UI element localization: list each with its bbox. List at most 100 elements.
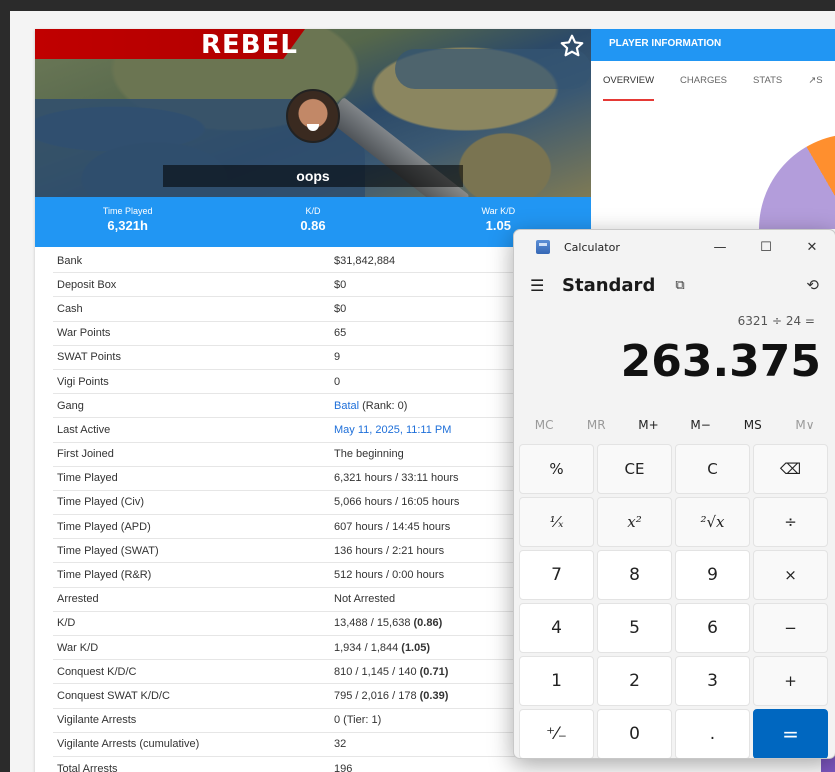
result-display: 263.375 [620, 336, 821, 387]
digit-5-button[interactable]: 5 [597, 603, 672, 653]
row-key: Vigilante Arrests [57, 714, 137, 727]
stat-value: 6,321h [107, 218, 148, 233]
table-row: Time Played (APD) 607 hours / 14:45 hours [53, 515, 533, 540]
row-key: War K/D [57, 641, 99, 654]
digit-1-button[interactable]: 1 [519, 656, 594, 706]
clear-button[interactable]: C [675, 444, 750, 494]
digit-4-button[interactable]: 4 [519, 603, 594, 653]
row-key: Time Played (SWAT) [57, 544, 159, 557]
tab-external[interactable]: ↗S [808, 61, 835, 101]
clear-entry-button[interactable]: CE [597, 444, 672, 494]
keep-on-top-icon[interactable]: ⧉ [675, 278, 684, 293]
stat-value: 0.86 [300, 218, 326, 233]
reciprocal-label: ¹⁄ₓ [549, 513, 564, 531]
table-row: Arrested Not Arrested [53, 588, 533, 612]
digit-8-button[interactable]: 8 [597, 550, 672, 600]
memory-list-button[interactable]: M∨ [779, 410, 831, 440]
reciprocal-button[interactable]: ¹⁄ₓ [519, 497, 594, 547]
window-controls: — ☐ ✕ [697, 240, 835, 255]
row-value: $31,842,884 [334, 254, 396, 267]
row-key: Total Arrests [57, 762, 118, 772]
calculator-window: Calculator — ☐ ✕ ☰ Standard ⧉ ⟲ 6321 ÷ 2… [513, 229, 835, 759]
digit-2-button[interactable]: 2 [597, 656, 672, 706]
percent-button[interactable]: % [519, 444, 594, 494]
last-active-link[interactable]: May 11, 2025, 11:11 PM [334, 424, 533, 436]
table-row: K/D 13,488 / 15,638 (0.86) [53, 612, 533, 636]
m-minus-button[interactable]: M− [675, 410, 727, 440]
tab-charges[interactable]: CHARGES [680, 61, 741, 101]
window-title: Calculator [564, 240, 620, 254]
mc-button[interactable]: MC [518, 410, 570, 440]
row-key: Last Active [57, 423, 111, 436]
player-name: oops [163, 165, 463, 187]
add-button[interactable]: + [753, 656, 828, 706]
gang-rank: (Rank: 0) [359, 399, 408, 412]
tab-stats[interactable]: STATS [753, 61, 796, 101]
row-value: 1,934 / 1,844 (1.05) [334, 642, 533, 654]
history-icon[interactable]: ⟲ [806, 276, 819, 294]
m-plus-button[interactable]: M+ [622, 410, 674, 440]
calculator-titlebar[interactable]: Calculator — ☐ ✕ [514, 230, 835, 264]
keypad: % CE C ⌫ ¹⁄ₓ x² ²√x ÷ 7 8 9 × 4 5 6 − 1 … [514, 444, 835, 758]
backspace-button[interactable]: ⌫ [753, 444, 828, 494]
mode-title: Standard [562, 274, 656, 296]
row-value-ratio: (0.71) [419, 665, 449, 678]
row-value-ratio: (0.39) [419, 689, 449, 702]
hamburger-menu-icon[interactable]: ☰ [530, 276, 556, 295]
multiply-button[interactable]: × [753, 550, 828, 600]
favorite-star-icon[interactable] [559, 33, 585, 59]
minimize-icon[interactable]: — [697, 240, 743, 255]
row-key: Conquest K/D/C [57, 665, 137, 678]
row-value: Not Arrested [334, 593, 396, 606]
row-value: 196 [334, 762, 353, 772]
ms-button[interactable]: MS [727, 410, 779, 440]
faction-label: REBEL [201, 30, 298, 60]
tab-external-label: S [816, 75, 823, 86]
table-row: Last Active May 11, 2025, 11:11 PM [53, 418, 533, 443]
row-value: The beginning [334, 448, 404, 461]
mr-button[interactable]: MR [570, 410, 622, 440]
digit-3-button[interactable]: 3 [675, 656, 750, 706]
table-row: Time Played (R&R) 512 hours / 0:00 hours [53, 563, 533, 588]
row-key: Deposit Box [57, 278, 117, 291]
divide-button[interactable]: ÷ [753, 497, 828, 547]
digit-0-button[interactable]: 0 [597, 709, 672, 758]
profile-card: REBEL oops Time Played 6,321h K/D 0.86 W… [35, 29, 591, 772]
tab-overview[interactable]: OVERVIEW [603, 61, 655, 101]
row-value: 810 / 1,145 / 140 (0.71) [334, 666, 533, 678]
square-button[interactable]: x² [597, 497, 672, 547]
negate-button[interactable]: ⁺⁄₋ [519, 709, 594, 758]
row-value-text: 810 / 1,145 / 140 [334, 665, 420, 678]
maximize-icon[interactable]: ☐ [743, 240, 789, 255]
row-value: $0 [334, 302, 347, 315]
table-row: First Joined The beginning [53, 443, 533, 467]
subtract-button[interactable]: − [753, 603, 828, 653]
close-icon[interactable]: ✕ [789, 240, 835, 255]
row-value: 512 hours / 0:00 hours [334, 569, 445, 582]
row-key: Gang [57, 399, 84, 412]
row-value: 13,488 / 15,638 (0.86) [334, 617, 533, 629]
equals-button[interactable]: = [753, 709, 828, 758]
row-value: 32 [334, 738, 347, 751]
panel-title: PLAYER INFORMATION [591, 29, 835, 61]
table-row: Conquest K/D/C 810 / 1,145 / 140 (0.71) [53, 660, 533, 685]
row-value: 5,066 hours / 16:05 hours [334, 496, 460, 509]
table-row: War Points 65 [53, 322, 533, 346]
stat-label: K/D [305, 206, 321, 216]
row-key: Conquest SWAT K/D/C [57, 689, 170, 702]
table-row: Deposit Box $0 [53, 273, 533, 298]
digit-9-button[interactable]: 9 [675, 550, 750, 600]
gang-link[interactable]: Batal [334, 400, 359, 412]
square-root-button[interactable]: ²√x [675, 497, 750, 547]
row-value: Batal (Rank: 0) [334, 400, 533, 412]
row-key: Time Played (Civ) [57, 496, 144, 509]
digit-7-button[interactable]: 7 [519, 550, 594, 600]
table-row: SWAT Points 9 [53, 346, 533, 370]
row-key: Vigi Points [57, 375, 109, 388]
calculator-app-icon [536, 240, 550, 254]
digit-6-button[interactable]: 6 [675, 603, 750, 653]
avatar [286, 89, 340, 143]
decimal-button[interactable]: . [675, 709, 750, 758]
row-value: $0 [334, 278, 347, 291]
profile-banner: REBEL oops [35, 29, 591, 197]
